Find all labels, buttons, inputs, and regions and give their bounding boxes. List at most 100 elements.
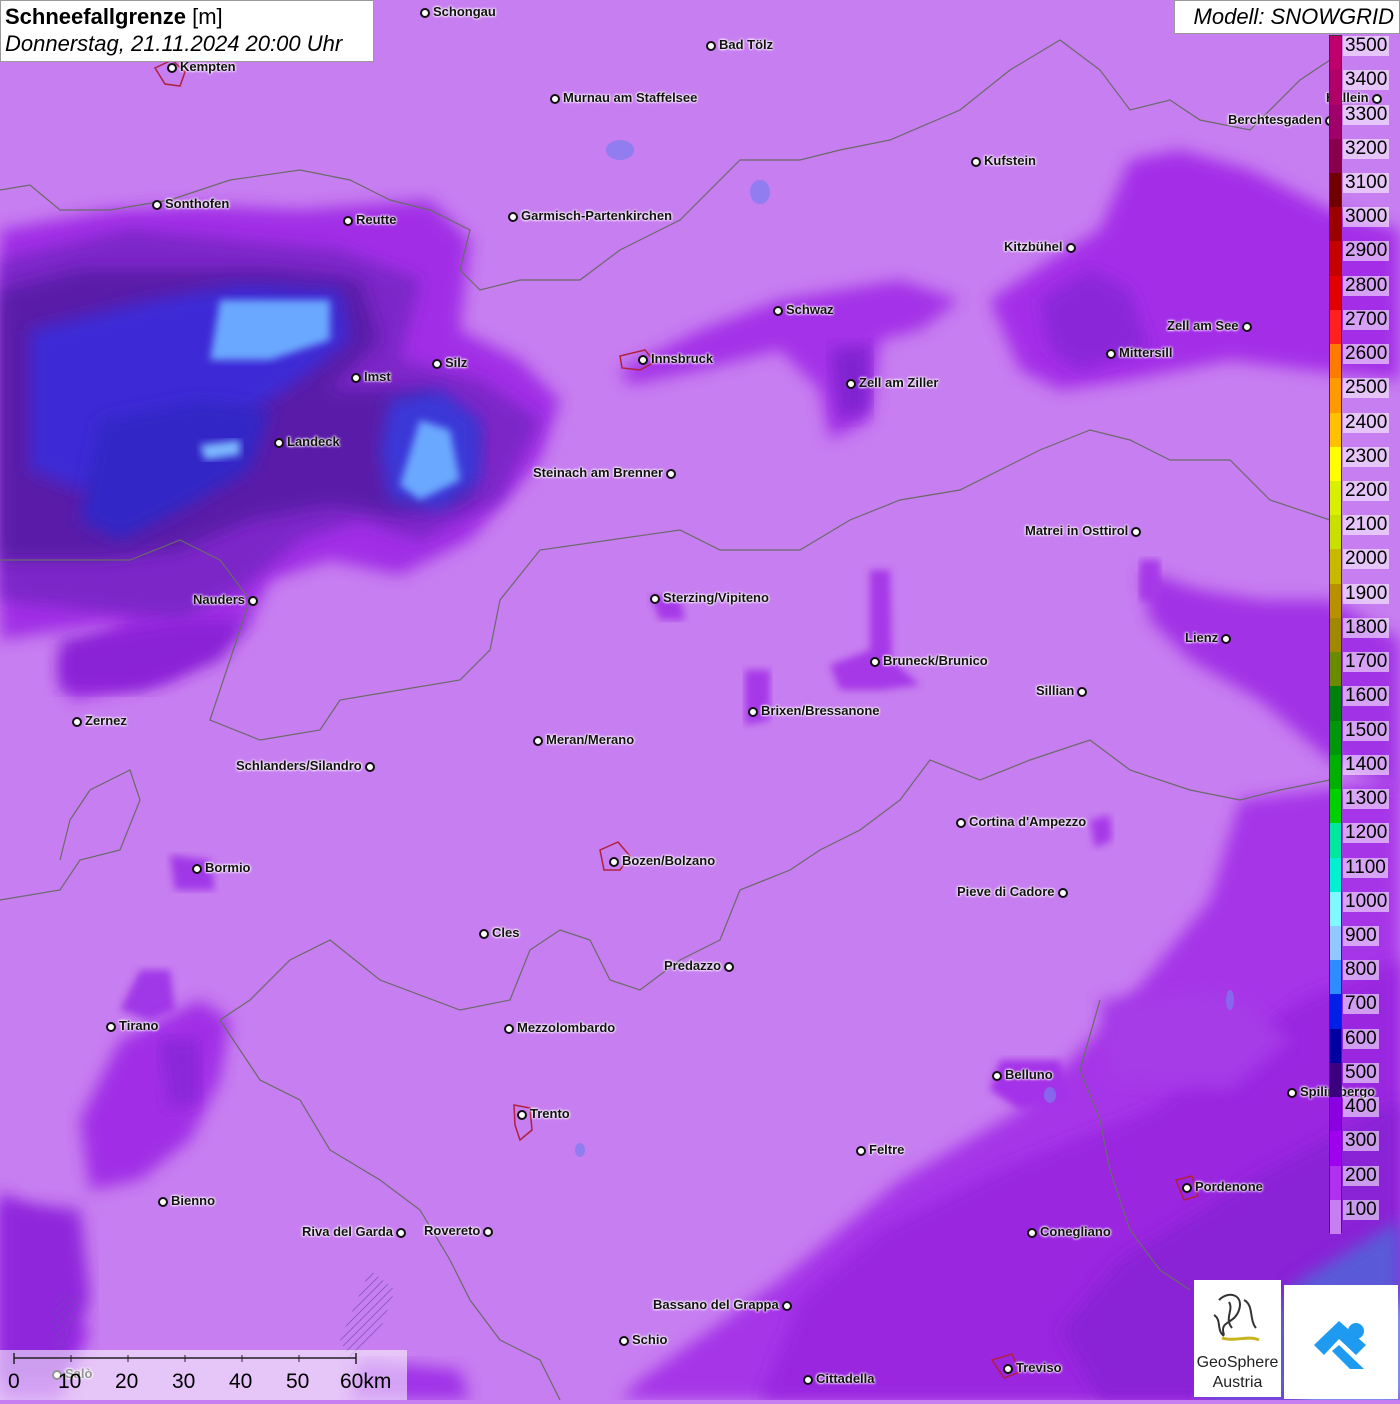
- city-marker[interactable]: [343, 216, 353, 226]
- city-marker[interactable]: [533, 736, 543, 746]
- city-marker[interactable]: [152, 200, 162, 210]
- legend-label: 200: [1343, 1164, 1379, 1186]
- app-logo[interactable]: [1284, 1285, 1398, 1399]
- city-label: Bassano del Grappa: [653, 1297, 779, 1312]
- legend-swatch: [1330, 241, 1341, 277]
- city-marker[interactable]: [782, 1301, 792, 1311]
- city-marker[interactable]: [748, 707, 758, 717]
- app-arrow-icon: [1314, 1321, 1366, 1369]
- legend-label: 800: [1343, 959, 1379, 981]
- city-marker[interactable]: [483, 1227, 493, 1237]
- city-marker[interactable]: [365, 762, 375, 772]
- city-marker[interactable]: [1131, 527, 1141, 537]
- city-marker[interactable]: [72, 717, 82, 727]
- city-label: Meran/Merano: [546, 732, 635, 747]
- city-label: Mittersill: [1119, 345, 1173, 360]
- legend-swatch: [1330, 309, 1341, 345]
- city-label: Cortina d'Ampezzo: [969, 814, 1087, 829]
- legend-label: 1100: [1343, 856, 1388, 878]
- geosphere-logo[interactable]: GeoSphere Austria: [1194, 1280, 1281, 1397]
- city-marker[interactable]: [248, 596, 258, 606]
- legend-swatch: [1330, 1131, 1341, 1166]
- city-label: Conegliano: [1040, 1224, 1111, 1239]
- legend-label: 2700: [1343, 308, 1390, 330]
- legend-swatch: [1330, 515, 1341, 550]
- city-marker[interactable]: [773, 306, 783, 316]
- city-marker[interactable]: [167, 63, 177, 73]
- legend-swatch: [1330, 1199, 1341, 1235]
- city-marker[interactable]: [158, 1197, 168, 1207]
- city-label: Zell am Ziller: [859, 375, 939, 390]
- city-marker[interactable]: [432, 359, 442, 369]
- city-marker[interactable]: [420, 8, 430, 18]
- city-marker[interactable]: [504, 1024, 514, 1034]
- city-marker[interactable]: [1106, 349, 1116, 359]
- scale-tick-label: 40: [229, 1370, 253, 1393]
- city-marker[interactable]: [550, 94, 560, 104]
- city-label: Zell am See: [1167, 318, 1239, 333]
- city-marker[interactable]: [846, 379, 856, 389]
- city-marker[interactable]: [856, 1146, 866, 1156]
- city-label: Lienz: [1185, 630, 1219, 645]
- legend-label: 100: [1343, 1198, 1379, 1220]
- city-marker[interactable]: [1077, 687, 1087, 697]
- city-marker[interactable]: [479, 929, 489, 939]
- legend-swatch: [1330, 1165, 1341, 1201]
- legend-swatch: [1330, 857, 1341, 893]
- legend-swatch: [1330, 104, 1341, 140]
- city-label: Trento: [530, 1106, 570, 1121]
- city-marker[interactable]: [666, 469, 676, 479]
- city-marker[interactable]: [992, 1071, 1002, 1081]
- city-marker[interactable]: [106, 1022, 116, 1032]
- city-marker[interactable]: [1242, 322, 1252, 332]
- geosphere-name: GeoSphere: [1196, 1354, 1279, 1371]
- city-label: Tirano: [119, 1018, 159, 1033]
- city-marker[interactable]: [1027, 1228, 1037, 1238]
- city-marker[interactable]: [724, 962, 734, 972]
- city-marker[interactable]: [1182, 1183, 1192, 1193]
- city-label: Garmisch-Partenkirchen: [521, 208, 673, 223]
- city-label: Kufstein: [984, 153, 1036, 168]
- legend-swatch: [1330, 652, 1341, 687]
- city-marker[interactable]: [803, 1375, 813, 1385]
- legend-swatch: [1330, 617, 1341, 653]
- city-marker[interactable]: [619, 1336, 629, 1346]
- city-marker[interactable]: [1066, 243, 1076, 253]
- city-label: Pieve di Cadore: [957, 884, 1055, 899]
- city-marker[interactable]: [971, 157, 981, 167]
- geosphere-country: Austria: [1212, 1374, 1263, 1391]
- city-label: Sterzing/Vipiteno: [663, 590, 769, 605]
- legend-label: 3500: [1343, 35, 1390, 56]
- city-marker[interactable]: [638, 355, 648, 365]
- city-marker[interactable]: [1221, 634, 1231, 644]
- city-label: Bienno: [171, 1193, 216, 1208]
- legend-label: 500: [1343, 1061, 1379, 1083]
- city-marker[interactable]: [517, 1110, 527, 1120]
- legend-swatch: [1330, 481, 1341, 516]
- city-label: Steinach am Brenner: [533, 465, 664, 480]
- legend-label: 300: [1343, 1130, 1379, 1152]
- legend-label: 1500: [1343, 719, 1390, 741]
- city-label: Silz: [445, 355, 468, 370]
- city-marker[interactable]: [396, 1228, 406, 1238]
- city-marker[interactable]: [956, 818, 966, 828]
- city-marker[interactable]: [1058, 888, 1068, 898]
- city-marker[interactable]: [274, 438, 284, 448]
- legend-label: 2000: [1343, 548, 1390, 570]
- city-marker[interactable]: [1003, 1364, 1013, 1374]
- city-label: Schlanders/Silandro: [236, 758, 362, 773]
- scale-tick-label: 30: [172, 1370, 196, 1393]
- legend-label: 700: [1343, 993, 1379, 1015]
- city-marker[interactable]: [351, 373, 361, 383]
- city-marker[interactable]: [870, 657, 880, 667]
- city-marker[interactable]: [192, 864, 202, 874]
- legend-label: 2500: [1343, 377, 1390, 399]
- city-marker[interactable]: [706, 41, 716, 51]
- city-marker[interactable]: [650, 594, 660, 604]
- legend-label: 2600: [1343, 343, 1390, 365]
- city-label: Brixen/Bressanone: [761, 703, 880, 718]
- city-marker[interactable]: [508, 212, 518, 222]
- city-marker[interactable]: [1287, 1088, 1297, 1098]
- city-marker[interactable]: [609, 857, 619, 867]
- city-label: Kitzbühel: [1004, 239, 1063, 254]
